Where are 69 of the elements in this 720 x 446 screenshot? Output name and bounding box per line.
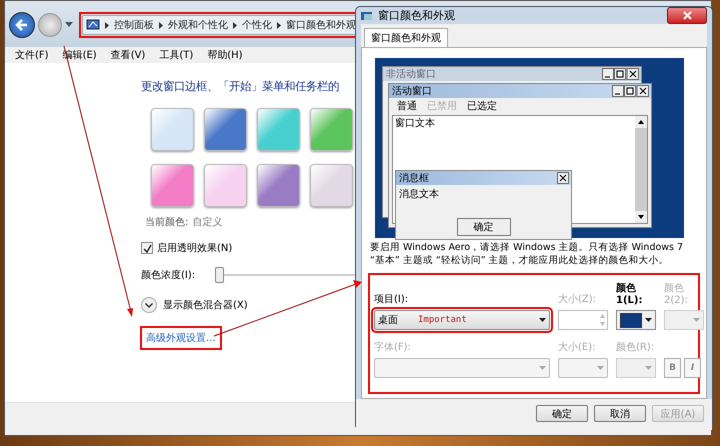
transparency-checkbox[interactable] (141, 242, 153, 254)
color-swatch[interactable] (204, 164, 247, 207)
dropdown-caret-icon (645, 318, 652, 322)
back-button[interactable] (9, 12, 35, 38)
color-swatch[interactable] (257, 164, 300, 207)
color-2-label: 颜色 2(2): (664, 282, 689, 306)
color-2-picker[interactable] (664, 310, 704, 330)
window-title: 消息框 (399, 172, 429, 185)
advanced-settings-link[interactable]: 高级外观设置... (146, 331, 216, 345)
menu-item[interactable]: 文件(F) (15, 48, 49, 62)
window-icon (361, 10, 373, 20)
color-swatch[interactable] (310, 108, 353, 151)
breadcrumb-item[interactable]: 控制面板 (114, 18, 154, 32)
chevron-icon (105, 22, 109, 28)
dialog-button[interactable]: 确定 (536, 405, 588, 422)
current-color-value: 自定义 (192, 216, 222, 229)
menu-item[interactable]: 查看(V) (110, 48, 146, 62)
mixer-label: 显示颜色混合器(X) (163, 298, 248, 312)
font-size-dropdown[interactable] (558, 358, 608, 378)
dialog-button[interactable]: 取消 (594, 405, 646, 422)
history-caret-icon[interactable] (65, 22, 73, 28)
menu-item[interactable]: 帮助(H) (207, 48, 243, 62)
chevron-icon (159, 22, 163, 28)
font-label: 字体(F): (374, 340, 412, 354)
breadcrumb-item[interactable]: 窗口颜色和外观 (286, 18, 356, 32)
chevron-icon (233, 22, 237, 28)
current-color-label: 当前颜色: (145, 216, 188, 229)
intensity-label: 颜色浓度(I): (141, 268, 196, 282)
info-text: 要启用 Windows Aero，请选择 Windows 主题。只有选择 Windows 7 “基本” 主题或 “轻松访问” 主题，才能应用此处选择的颜色和大小。 (370, 241, 684, 267)
color-1-picker[interactable] (616, 310, 656, 330)
size-spinner[interactable] (558, 310, 608, 330)
font-dropdown[interactable] (374, 358, 550, 378)
back-arrow-icon (15, 18, 29, 32)
checkbox-label: 启用透明效果(N) (157, 242, 232, 255)
color-swatch[interactable] (310, 164, 353, 207)
font-size-label: 大小(E): (558, 340, 596, 354)
dropdown-caret-icon (597, 366, 604, 370)
dropdown-caret-icon (693, 318, 700, 322)
tab[interactable]: 窗口颜色和外观 (364, 28, 448, 47)
item-label: 项目(I): (374, 293, 410, 306)
scroll-up-icon (635, 116, 647, 128)
item-dropdown[interactable]: 桌面 Important (374, 310, 550, 330)
font-color-picker[interactable] (616, 358, 656, 378)
menu-item[interactable]: 工具(T) (159, 48, 194, 62)
font-color-label: 颜色(R): (616, 340, 656, 354)
expand-chevron-icon[interactable] (141, 297, 157, 313)
scroll-down-icon (635, 211, 647, 223)
color-swatch[interactable] (151, 108, 194, 151)
page-heading: 更改窗口边框、「开始」菜单和任务栏的 (141, 79, 340, 94)
dialog-title: 窗口颜色和外观 (378, 8, 455, 23)
color-swatch[interactable] (204, 108, 247, 151)
window-text: 窗口文本 (395, 116, 435, 130)
color-1-label: 颜色 1(L): (616, 282, 644, 306)
window-title: 非活动窗口 (386, 68, 436, 81)
window-title: 活动窗口 (392, 84, 432, 98)
color-swatch[interactable] (257, 108, 300, 151)
color-swatch[interactable] (151, 164, 194, 207)
breadcrumb-item[interactable]: 个性化 (242, 18, 272, 32)
dropdown-caret-icon (645, 366, 652, 370)
dropdown-caret-icon (539, 318, 546, 322)
close-icon (682, 11, 692, 20)
breadcrumb-item[interactable]: 外观和个性化 (168, 18, 228, 32)
size-label: 大小(Z): (558, 292, 598, 306)
close-button[interactable] (667, 7, 707, 24)
chevron-icon (277, 22, 281, 28)
message-text: 消息文本 (398, 188, 440, 202)
control-panel-icon (86, 19, 100, 31)
slider-thumb[interactable] (215, 267, 224, 283)
dropdown-caret-icon (539, 366, 546, 370)
